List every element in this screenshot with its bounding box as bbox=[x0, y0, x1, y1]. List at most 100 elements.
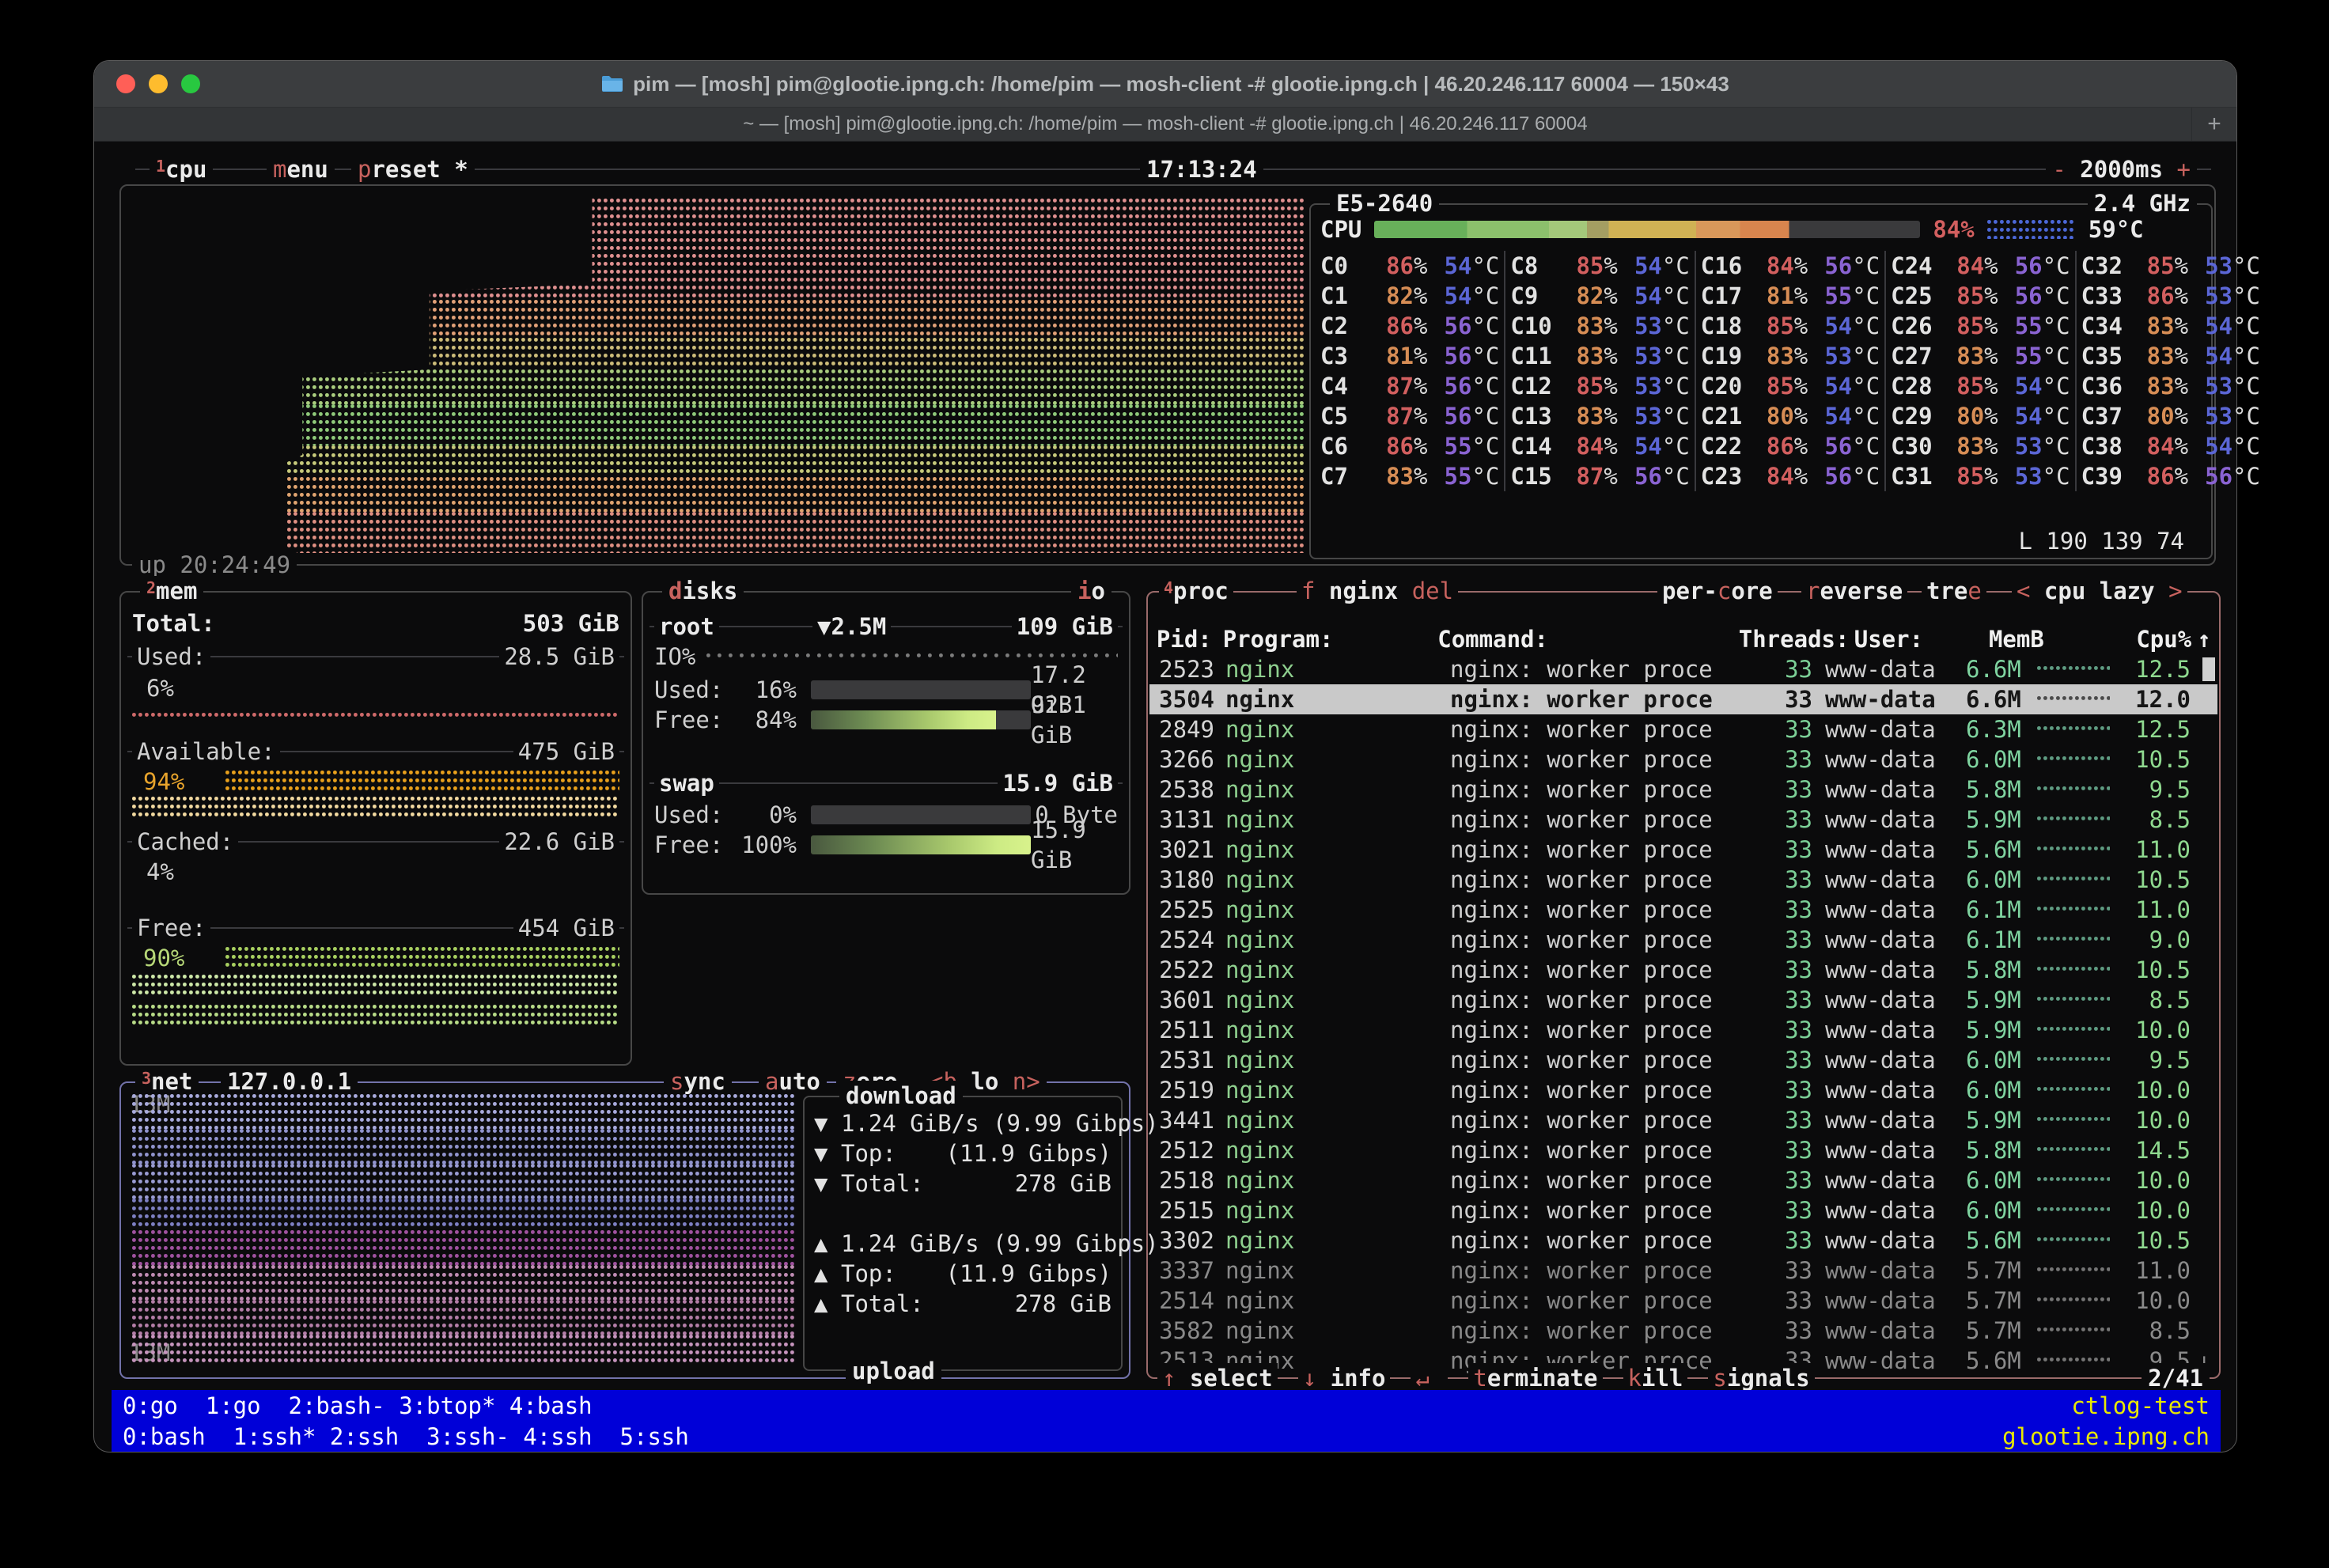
tab-title[interactable]: ~ — [mosh] pim@glootie.ipng.ch: /home/pi… bbox=[743, 113, 1587, 135]
mem-available-graph2 bbox=[132, 797, 619, 819]
tmux-windows-inner[interactable]: 0:bash 1:ssh* 2:ssh 3:ssh- 4:ssh 5:ssh bbox=[123, 1422, 689, 1452]
core-cell: C32 85% 53°C bbox=[2075, 251, 2265, 281]
process-row[interactable]: 3266 nginx nginx: worker proce 33 www-da… bbox=[1149, 744, 2217, 775]
core-cell: C18 85% 54°C bbox=[1695, 311, 1884, 341]
load-average: L 190 139 74 bbox=[2018, 526, 2184, 556]
folder-icon bbox=[601, 74, 623, 93]
process-row[interactable]: 3441 nginx nginx: worker proce 33 www-da… bbox=[1149, 1105, 2217, 1135]
core-temp: 56 bbox=[1427, 341, 1471, 371]
disk-root-free-meter bbox=[811, 710, 1031, 729]
menu-button[interactable]: menu bbox=[267, 154, 335, 184]
process-row[interactable]: 3302 nginx nginx: worker proce 33 www-da… bbox=[1149, 1225, 2217, 1256]
cpu-total-meter bbox=[1374, 221, 1920, 238]
core-usage: 83 bbox=[1373, 461, 1414, 491]
net-speed-row: ▲ Total: 278 GiB bbox=[814, 1289, 1111, 1319]
disks-panel-title[interactable]: disks bbox=[662, 576, 744, 606]
core-name: C35 bbox=[2081, 341, 2134, 371]
col-program[interactable]: Program: bbox=[1223, 624, 1438, 654]
proc-footer-button[interactable]: kill bbox=[1623, 1363, 1688, 1393]
core-temp: 54 bbox=[1427, 251, 1471, 281]
process-row[interactable]: 3582 nginx nginx: worker proce 33 www-da… bbox=[1149, 1316, 2217, 1346]
proc-panel-title[interactable]: 4proc bbox=[1159, 576, 1233, 606]
proc-footer: ↑ select ↓ info ↵ terminate kill signals… bbox=[1157, 1363, 2210, 1393]
core-cell: C34 83% 54°C bbox=[2075, 311, 2265, 341]
process-row[interactable]: 2538 nginx nginx: worker proce 33 www-da… bbox=[1149, 775, 2217, 805]
process-row[interactable]: 2515 nginx nginx: worker proce 33 www-da… bbox=[1149, 1195, 2217, 1225]
close-button[interactable] bbox=[116, 74, 135, 93]
core-temp: 53 bbox=[2188, 251, 2232, 281]
minimize-button[interactable] bbox=[149, 74, 168, 93]
core-usage: 87 bbox=[1373, 371, 1414, 401]
process-row[interactable]: 2849 nginx nginx: worker proce 33 www-da… bbox=[1149, 714, 2217, 744]
tmux-status-bar-outer: 0:go 1:go 2:bash- 3:btop* 4:bash ctlog-t… bbox=[112, 1390, 2221, 1421]
proc-footer-button[interactable]: ↓ info bbox=[1298, 1363, 1391, 1393]
sort-selector[interactable]: < cpu lazy > bbox=[2012, 576, 2187, 606]
core-usage: 84 bbox=[2134, 431, 2175, 461]
terminal-window: pim — [mosh] pim@glootie.ipng.ch: /home/… bbox=[93, 60, 2237, 1452]
process-row[interactable]: 3337 nginx nginx: worker proce 33 www-da… bbox=[1149, 1256, 2217, 1286]
tab-cpu[interactable]: 1cpu bbox=[150, 154, 213, 184]
scrollbar-thumb[interactable] bbox=[2202, 657, 2215, 681]
process-row[interactable]: 3131 nginx nginx: worker proce 33 www-da… bbox=[1149, 805, 2217, 835]
process-row[interactable]: 2531 nginx nginx: worker proce 33 www-da… bbox=[1149, 1045, 2217, 1075]
process-row[interactable]: 2512 nginx nginx: worker proce 33 www-da… bbox=[1149, 1135, 2217, 1165]
process-row[interactable]: 3601 nginx nginx: worker proce 33 www-da… bbox=[1149, 985, 2217, 1015]
new-tab-button[interactable]: + bbox=[2191, 108, 2236, 141]
process-row[interactable]: 2525 nginx nginx: worker proce 33 www-da… bbox=[1149, 895, 2217, 925]
preset-button[interactable]: preset * bbox=[351, 154, 475, 184]
process-row[interactable]: 2522 nginx nginx: worker proce 33 www-da… bbox=[1149, 955, 2217, 985]
net-auto-button[interactable]: auto bbox=[759, 1066, 827, 1096]
direction-arrow-icon: ▼ bbox=[814, 1138, 841, 1168]
net-sync-button[interactable]: sync bbox=[664, 1066, 732, 1096]
io-mode-button[interactable]: io bbox=[1071, 576, 1111, 606]
cpu-usage-dots bbox=[2037, 937, 2110, 943]
col-user[interactable]: User: bbox=[1854, 624, 1989, 654]
mem-free-graph2 bbox=[132, 975, 619, 997]
col-cpu[interactable]: Cpu% bbox=[2126, 624, 2191, 654]
zoom-button[interactable] bbox=[181, 74, 200, 93]
core-name: C24 bbox=[1891, 251, 1943, 281]
process-row[interactable]: 2523 nginx nginx: worker proce 33 www-da… bbox=[1149, 654, 2217, 684]
col-memb[interactable]: MemB bbox=[1989, 624, 2126, 654]
core-temp: 53 bbox=[2188, 371, 2232, 401]
process-row[interactable]: 2514 nginx nginx: worker proce 33 www-da… bbox=[1149, 1286, 2217, 1316]
core-cell: C8 85% 54°C bbox=[1504, 251, 1694, 281]
process-row[interactable]: 2511 nginx nginx: worker proce 33 www-da… bbox=[1149, 1015, 2217, 1045]
interval-minus-button[interactable]: - bbox=[2052, 154, 2066, 184]
tree-toggle[interactable]: tree bbox=[1922, 576, 1986, 606]
core-name: C20 bbox=[1701, 371, 1753, 401]
col-pid[interactable]: Pid: bbox=[1156, 624, 1212, 654]
per-core-toggle[interactable]: per-core bbox=[1657, 576, 1778, 606]
core-name: C7 bbox=[1320, 461, 1373, 491]
cpu-tab-label: cpu bbox=[165, 154, 206, 184]
proc-footer-button[interactable]: ↑ select bbox=[1157, 1363, 1278, 1393]
core-cell: C31 85% 53°C bbox=[1884, 461, 2074, 491]
cpu-package-temp: 59°C bbox=[2089, 214, 2144, 244]
process-row[interactable]: 2519 nginx nginx: worker proce 33 www-da… bbox=[1149, 1075, 2217, 1105]
core-temp: 54 bbox=[1998, 401, 2043, 431]
process-row[interactable]: 2518 nginx nginx: worker proce 33 www-da… bbox=[1149, 1165, 2217, 1195]
core-usage: 83 bbox=[1753, 341, 1794, 371]
proc-footer-button[interactable]: terminate bbox=[1468, 1363, 1602, 1393]
col-threads[interactable]: Threads: bbox=[1739, 624, 1842, 654]
interval-plus-button[interactable]: + bbox=[2177, 154, 2191, 184]
core-temp: 56 bbox=[1998, 281, 2043, 311]
tmux-windows-outer[interactable]: 0:go 1:go 2:bash- 3:btop* 4:bash bbox=[123, 1391, 593, 1421]
process-row[interactable]: 3504 nginx nginx: worker proce 33 www-da… bbox=[1149, 684, 2217, 714]
core-name: C21 bbox=[1701, 401, 1753, 431]
proc-footer-button[interactable]: ↵ bbox=[1411, 1363, 1448, 1393]
reverse-toggle[interactable]: reverse bbox=[1801, 576, 1907, 606]
process-row[interactable]: 2524 nginx nginx: worker proce 33 www-da… bbox=[1149, 925, 2217, 955]
mem-panel-title[interactable]: 2mem bbox=[140, 576, 203, 606]
core-name: C10 bbox=[1510, 311, 1562, 341]
process-row[interactable]: 3180 nginx nginx: worker proce 33 www-da… bbox=[1149, 865, 2217, 895]
core-usage: 83 bbox=[1562, 401, 1604, 431]
process-row[interactable]: 3021 nginx nginx: worker proce 33 www-da… bbox=[1149, 835, 2217, 865]
net-speed-row: ▼ Top: (11.9 Gibps) bbox=[814, 1138, 1111, 1168]
proc-footer-button[interactable]: signals bbox=[1708, 1363, 1814, 1393]
core-name: C32 bbox=[2081, 251, 2134, 281]
proc-filter[interactable]: f nginx del bbox=[1297, 576, 1458, 606]
col-command[interactable]: Command: bbox=[1437, 624, 1739, 654]
core-cell: C24 84% 56°C bbox=[1884, 251, 2074, 281]
core-temp: 56 bbox=[2188, 461, 2232, 491]
